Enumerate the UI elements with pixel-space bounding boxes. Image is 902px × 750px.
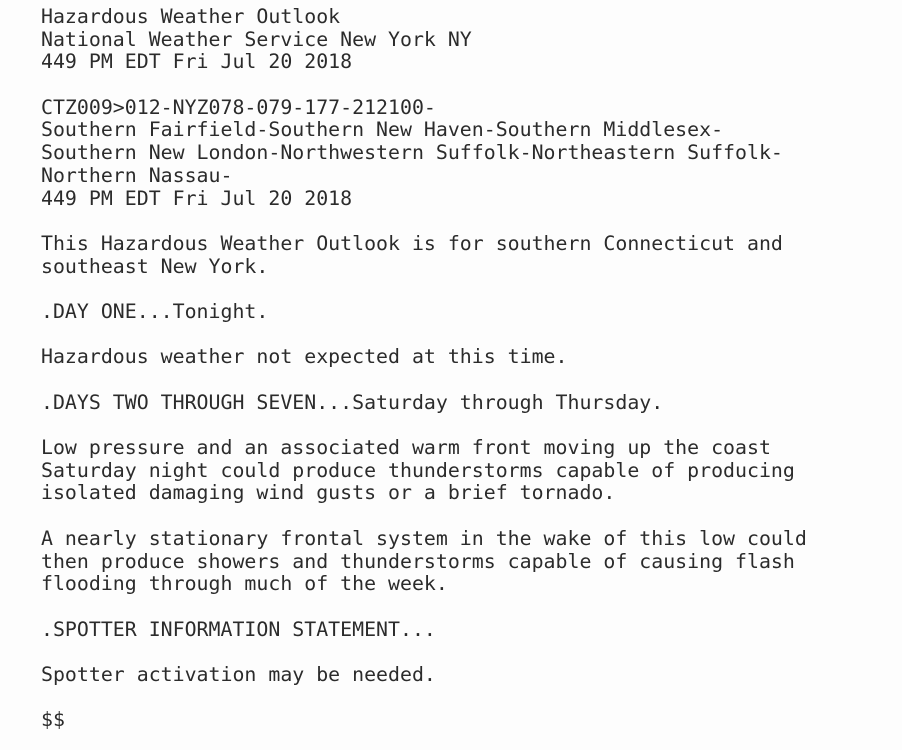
product-line: Hazardous weather not expected at this t… — [41, 345, 568, 369]
product-line: National Weather Service New York NY — [41, 27, 472, 51]
product-line: 449 PM EDT Fri Jul 20 2018 — [41, 50, 353, 74]
product-line: Low pressure and an associated warm fron… — [41, 436, 771, 460]
product-line: Southern New London-Northwestern Suffolk… — [41, 141, 783, 165]
product-line: CTZ009>012-NYZ078-079-177-212100- — [41, 95, 436, 119]
product-line: This Hazardous Weather Outlook is for so… — [41, 231, 783, 255]
product-line: 449 PM EDT Fri Jul 20 2018 — [41, 186, 353, 210]
product-line: then produce showers and thunderstorms c… — [41, 549, 795, 573]
product-line: Southern Fairfield-Southern New Haven-So… — [41, 118, 724, 142]
product-line: flooding through much of the week. — [41, 572, 448, 596]
product-line: .SPOTTER INFORMATION STATEMENT... — [41, 617, 436, 641]
product-line: Hazardous Weather Outlook — [41, 5, 341, 28]
product-line: Saturday night could produce thunderstor… — [41, 458, 795, 482]
product-line: A nearly stationary frontal system in th… — [41, 526, 807, 550]
product-line: southeast New York. — [41, 254, 269, 278]
product-line: Spotter activation may be needed. — [41, 662, 436, 686]
product-line: Northern Nassau- — [41, 163, 233, 187]
product-line: $$ — [41, 708, 65, 732]
weather-product-text: Hazardous Weather Outlook National Weathe… — [41, 5, 891, 732]
product-line: .DAYS TWO THROUGH SEVEN...Saturday throu… — [41, 390, 664, 414]
product-line: .DAY ONE...Tonight. — [41, 299, 269, 323]
product-line: isolated damaging wind gusts or a brief … — [41, 481, 616, 505]
